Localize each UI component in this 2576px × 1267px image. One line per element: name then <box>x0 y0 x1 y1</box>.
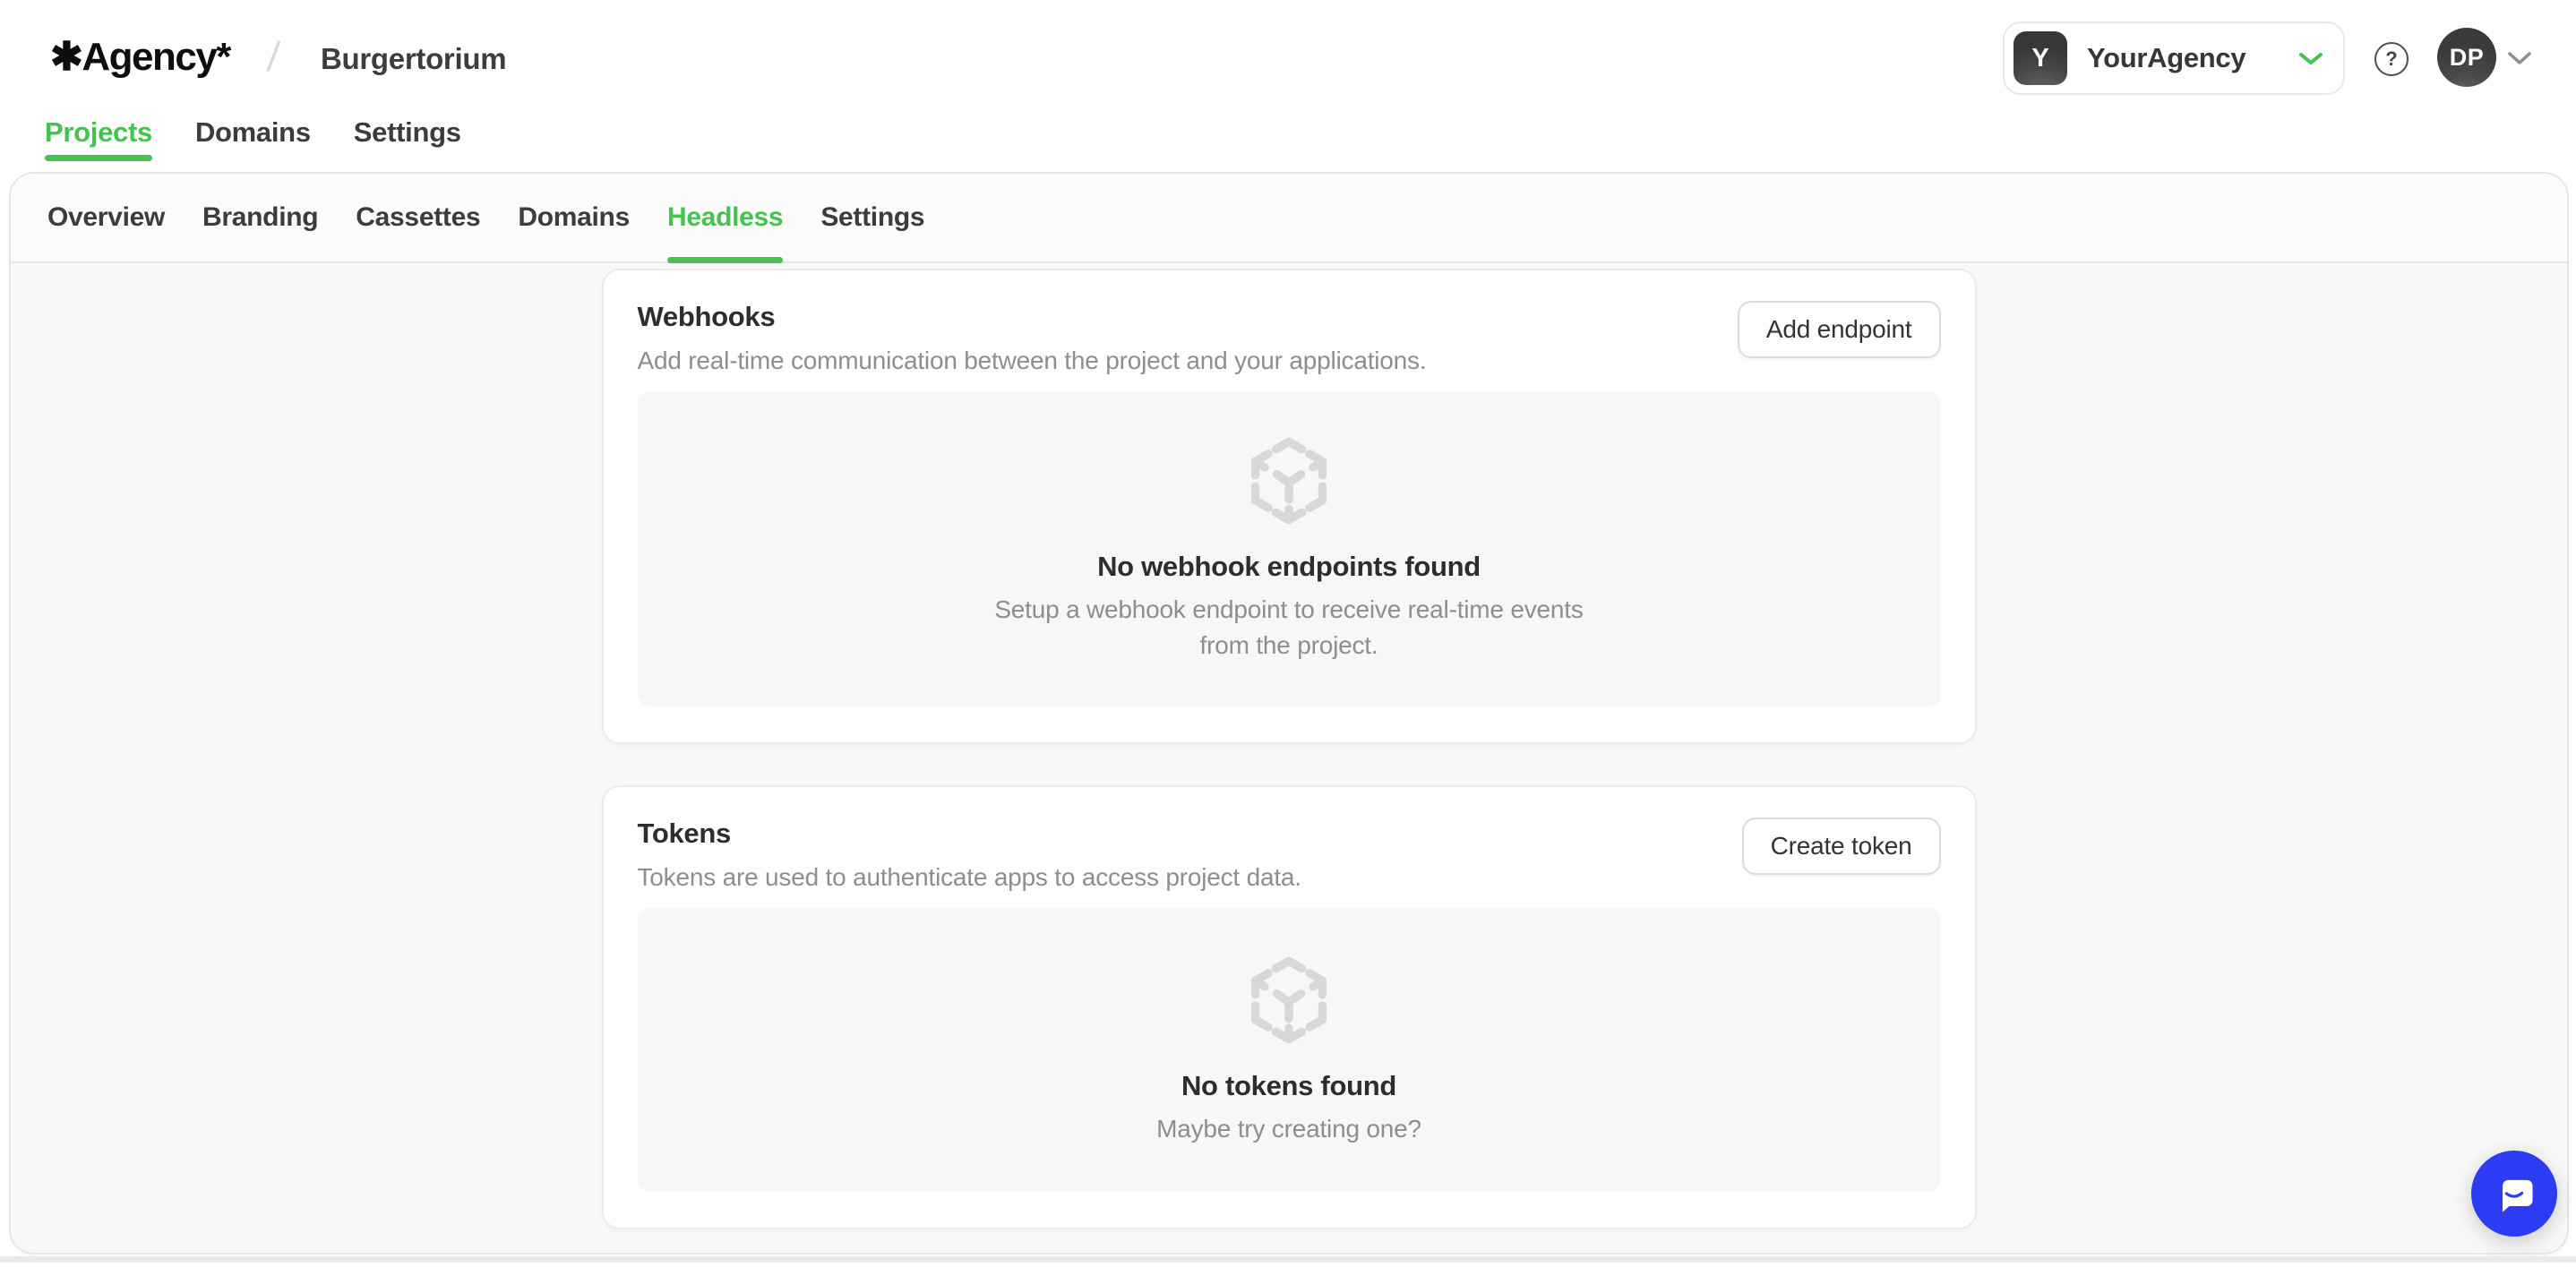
sub-tab-domains[interactable]: Domains <box>518 174 630 261</box>
main-tabs: Projects Domains Settings <box>45 116 461 161</box>
sub-tab-overview[interactable]: Overview <box>47 174 165 261</box>
breadcrumb-project-name: Burgertorium <box>321 42 506 76</box>
project-sub-tabs: Overview Branding Cassettes Domains Head… <box>11 174 2567 263</box>
question-mark-icon: ? <box>2385 47 2397 71</box>
sub-tab-label: Headless <box>667 202 783 233</box>
tokens-title: Tokens <box>638 818 1301 850</box>
help-button[interactable]: ? <box>2374 42 2409 76</box>
main-tab-domains[interactable]: Domains <box>195 116 311 161</box>
sub-tab-headless[interactable]: Headless <box>667 174 783 261</box>
active-tab-underline <box>667 257 783 263</box>
workspace-name: YourAgency <box>2087 42 2245 74</box>
breadcrumb-separator: / <box>265 32 281 81</box>
main-tab-label: Projects <box>45 116 152 148</box>
chat-smile-icon <box>2490 1169 2538 1218</box>
chat-launcher-button[interactable] <box>2471 1151 2557 1237</box>
dashed-cube-icon <box>1242 954 1335 1047</box>
tokens-card: Tokens Tokens are used to authenticate a… <box>602 785 1977 1229</box>
webhooks-empty-state: No webhook endpoints found Setup a webho… <box>638 391 1941 706</box>
webhooks-card: Webhooks Add real-time communication bet… <box>602 269 1977 744</box>
add-endpoint-button[interactable]: Add endpoint <box>1738 301 1941 358</box>
empty-description-line: Maybe try creating one? <box>1156 1111 1421 1147</box>
header: ✱Agency* / Burgertorium Projects Domains… <box>0 0 2576 172</box>
empty-description-line: Setup a webhook endpoint to receive real… <box>994 592 1583 628</box>
sub-tab-settings[interactable]: Settings <box>820 174 924 261</box>
main-tab-projects[interactable]: Projects <box>45 116 152 161</box>
webhooks-empty-description: Setup a webhook endpoint to receive real… <box>994 592 1583 663</box>
tokens-empty-state: No tokens found Maybe try creating one? <box>638 908 1941 1192</box>
sub-tab-label: Domains <box>518 202 630 233</box>
sub-tab-label: Settings <box>820 202 924 233</box>
tokens-card-header: Tokens Tokens are used to authenticate a… <box>638 818 1301 892</box>
tokens-description: Tokens are used to authenticate apps to … <box>638 863 1301 892</box>
webhooks-card-header: Webhooks Add real-time communication bet… <box>638 301 1427 375</box>
sub-tab-label: Overview <box>47 202 165 233</box>
workspace-switcher[interactable]: Y YourAgency <box>2003 21 2345 95</box>
webhooks-empty-title: No webhook endpoints found <box>1097 551 1481 583</box>
bottom-scroll-track[interactable] <box>0 1256 2576 1263</box>
webhooks-title: Webhooks <box>638 301 1427 333</box>
sub-tab-cassettes[interactable]: Cassettes <box>356 174 480 261</box>
active-tab-underline <box>45 155 152 161</box>
project-panel: Overview Branding Cassettes Domains Head… <box>9 172 2569 1254</box>
empty-description-line: from the project. <box>994 628 1583 663</box>
tokens-empty-description: Maybe try creating one? <box>1156 1111 1421 1147</box>
webhooks-description: Add real-time communication between the … <box>638 347 1427 375</box>
user-menu-chevron-down-icon[interactable] <box>2506 50 2533 66</box>
agency-logo[interactable]: ✱Agency* <box>50 34 230 80</box>
sub-tab-branding[interactable]: Branding <box>202 174 318 261</box>
create-token-button[interactable]: Create token <box>1742 818 1941 875</box>
sub-tab-label: Cassettes <box>356 202 480 233</box>
user-avatar[interactable]: DP <box>2437 28 2496 87</box>
chevron-down-icon <box>2298 51 2323 66</box>
dashed-cube-icon <box>1242 434 1335 527</box>
main-tab-label: Domains <box>195 116 311 148</box>
tokens-empty-title: No tokens found <box>1181 1070 1396 1102</box>
main-tab-label: Settings <box>354 116 461 148</box>
headless-tab-content: Webhooks Add real-time communication bet… <box>11 263 2567 1253</box>
sub-tab-label: Branding <box>202 202 318 233</box>
main-tab-settings[interactable]: Settings <box>354 116 461 161</box>
workspace-avatar: Y <box>2014 31 2067 85</box>
